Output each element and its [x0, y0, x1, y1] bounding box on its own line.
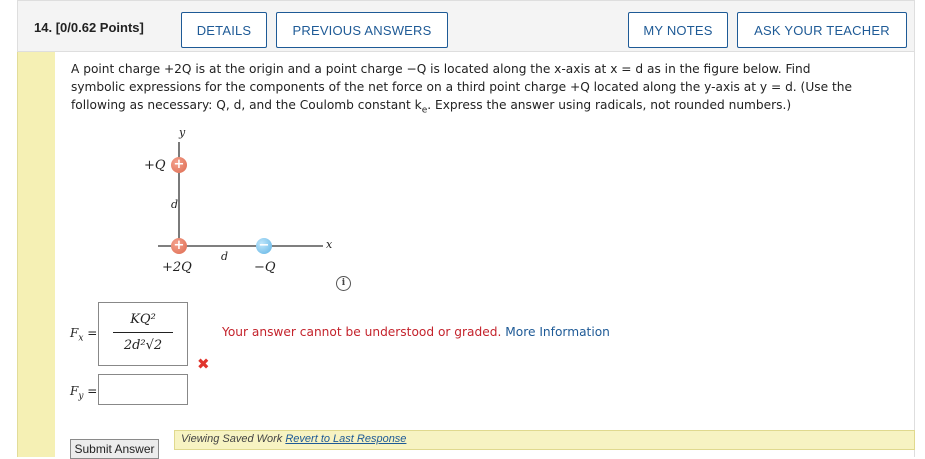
negative-charge-icon: −	[256, 238, 272, 254]
charge-figure: y x +Q + d + +2Q d − −Q	[138, 124, 358, 284]
incorrect-icon: ✖	[197, 355, 210, 373]
more-information-link[interactable]: More Information	[505, 325, 610, 339]
details-button[interactable]: DETAILS	[181, 12, 267, 48]
question-title: 14. [0/0.62 Points]	[34, 20, 144, 35]
viewing-saved-work-text: Viewing Saved Work Revert to Last Respon…	[181, 433, 406, 445]
revert-link[interactable]: Revert to Last Response	[285, 433, 406, 445]
fx-label: Fx =	[70, 326, 97, 343]
info-icon[interactable]: i	[336, 276, 351, 291]
x-axis-label: x	[326, 238, 333, 251]
viewing-saved-work-bar: Viewing Saved Work Revert to Last Respon…	[174, 430, 915, 450]
fy-equals: =	[87, 384, 98, 398]
my-notes-button[interactable]: MY NOTES	[628, 12, 728, 48]
question-margin-bar	[17, 52, 55, 457]
question-points: [0/0.62 Points]	[55, 20, 144, 35]
fx-equals: =	[87, 326, 98, 340]
feedback-message: Your answer cannot be understood or grad…	[222, 325, 610, 339]
fx-subscript: x	[78, 333, 84, 344]
ask-your-teacher-button[interactable]: ASK YOUR TEACHER	[737, 12, 907, 48]
top-positive-charge-icon: +	[171, 157, 187, 173]
feedback-text: Your answer cannot be understood or grad…	[222, 325, 506, 339]
previous-answers-button[interactable]: PREVIOUS ANSWERS	[276, 12, 448, 48]
question-number: 14.	[34, 20, 53, 35]
question-text: A point charge +2Q is at the origin and …	[71, 60, 861, 119]
fx-answer-field[interactable]: KQ² 2d²√2	[98, 302, 188, 366]
y-axis-label: y	[179, 126, 186, 139]
top-charge-label: +Q	[144, 158, 166, 173]
fy-subscript: y	[78, 391, 84, 402]
horizontal-distance-label: d	[221, 250, 229, 263]
viewing-label: Viewing Saved Work	[181, 433, 286, 445]
question-header: 14. [0/0.62 Points] DETAILS PREVIOUS ANS…	[17, 0, 915, 52]
origin-positive-charge-icon: +	[171, 238, 187, 254]
fy-answer-field[interactable]	[98, 374, 188, 405]
right-charge-label: −Q	[254, 260, 276, 275]
vertical-distance-label: d	[171, 198, 179, 211]
fx-denominator: 2d²√2	[123, 338, 163, 353]
fx-numerator: KQ²	[130, 312, 156, 327]
submit-answer-button[interactable]: Submit Answer	[70, 439, 159, 459]
question-text-end: . Express the answer using radicals, not…	[427, 98, 792, 112]
fy-label: Fy =	[70, 384, 97, 401]
origin-charge-label: +2Q	[162, 260, 192, 275]
fraction-bar	[113, 332, 173, 333]
panel-right-border	[914, 52, 915, 457]
